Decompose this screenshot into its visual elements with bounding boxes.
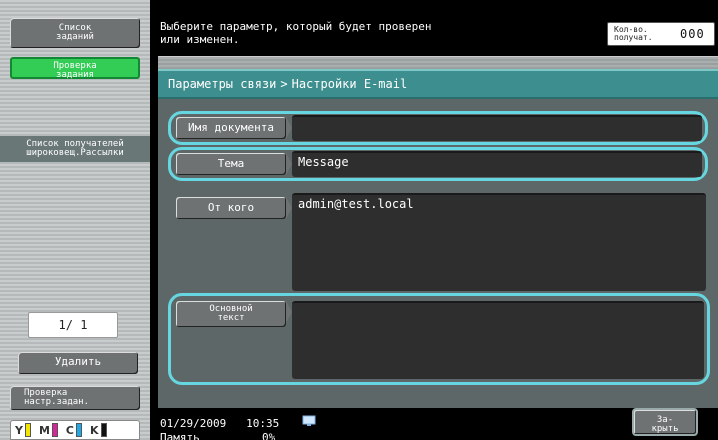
subject-button[interactable]: Тема (176, 153, 292, 175)
check-job-label: Проверка задания (53, 61, 97, 80)
toner-yellow-label: Y (15, 424, 23, 437)
toner-magenta-label: M (38, 424, 50, 437)
time: 10:35 (246, 417, 280, 430)
from-field[interactable]: admin@test.local (292, 193, 706, 291)
check-job-button[interactable]: Проверка задания (10, 57, 140, 80)
date: 01/29/2009 (160, 417, 227, 430)
toner-black: K (90, 423, 107, 437)
memory-value: 0% (262, 431, 276, 440)
recipient-count-value: 000 (680, 27, 705, 41)
subject-field[interactable]: Message (292, 151, 702, 177)
recipient-list-title-text: Список получателей широковещ.Рассылки (26, 139, 124, 158)
toner-black-bar (100, 423, 107, 437)
screen: Список заданий Проверка задания Список п… (0, 0, 718, 440)
recipient-count: Кол-во. получат. 000 (607, 22, 715, 46)
toner-black-label: K (90, 424, 99, 437)
breadcrumb-current: Настройки E-mail (291, 77, 408, 91)
memory-label: Память (160, 431, 200, 440)
left-panel: Список заданий Проверка задания Список п… (0, 0, 150, 440)
job-list-label: Список заданий (56, 23, 94, 42)
close-label: За- крыть (651, 415, 679, 434)
check-settings-button[interactable]: Проверка настр.задан. (10, 386, 140, 410)
body-field[interactable] (292, 301, 704, 379)
job-list-button[interactable]: Список заданий (10, 18, 140, 48)
page-indicator: 1/ 1 (28, 312, 118, 338)
toner-cyan-label: C (65, 424, 74, 437)
breadcrumb-separator: > (280, 77, 288, 91)
header-message: Выберите параметр, который будет провере… (160, 20, 432, 46)
toner-cyan-bar (76, 423, 82, 437)
recipient-count-label: Кол-во. получат. (614, 25, 653, 42)
document-name-label: Имя документа (187, 121, 275, 134)
delete-button[interactable]: Удалить (18, 352, 138, 374)
toner-cyan: C (66, 423, 82, 437)
body-button[interactable]: Основной текст (176, 301, 292, 327)
toner-yellow: Y (15, 423, 31, 437)
from-button[interactable]: От кого (176, 197, 292, 219)
breadcrumb-parent: Параметры связи (168, 77, 277, 91)
toner-levels: Y M C K (10, 420, 140, 440)
network-icon (302, 415, 316, 426)
close-button[interactable]: За- крыть (632, 408, 698, 436)
delete-label: Удалить (54, 355, 102, 368)
document-name-field[interactable] (292, 115, 702, 141)
subject-label: Тема (217, 157, 245, 170)
from-label: От кого (207, 201, 255, 214)
recipient-list-title: Список получателей широковещ.Рассылки (0, 136, 150, 162)
document-name-button[interactable]: Имя документа (176, 117, 292, 139)
toner-yellow-bar (24, 423, 31, 437)
date-time: 01/29/2009 10:35 (160, 418, 279, 430)
main-panel: Параметры связи > Настройки E-mail Имя док… (158, 56, 718, 409)
toner-magenta-bar (51, 423, 58, 437)
toner-magenta: M (39, 423, 58, 437)
status-bar: 01/29/2009 10:35 Память 0% За- крыть (150, 408, 718, 440)
check-settings-label: Проверка настр.задан. (24, 388, 90, 407)
body-label: Основной текст (209, 304, 253, 323)
breadcrumb: Параметры связи > Настройки E-mail (158, 69, 718, 99)
